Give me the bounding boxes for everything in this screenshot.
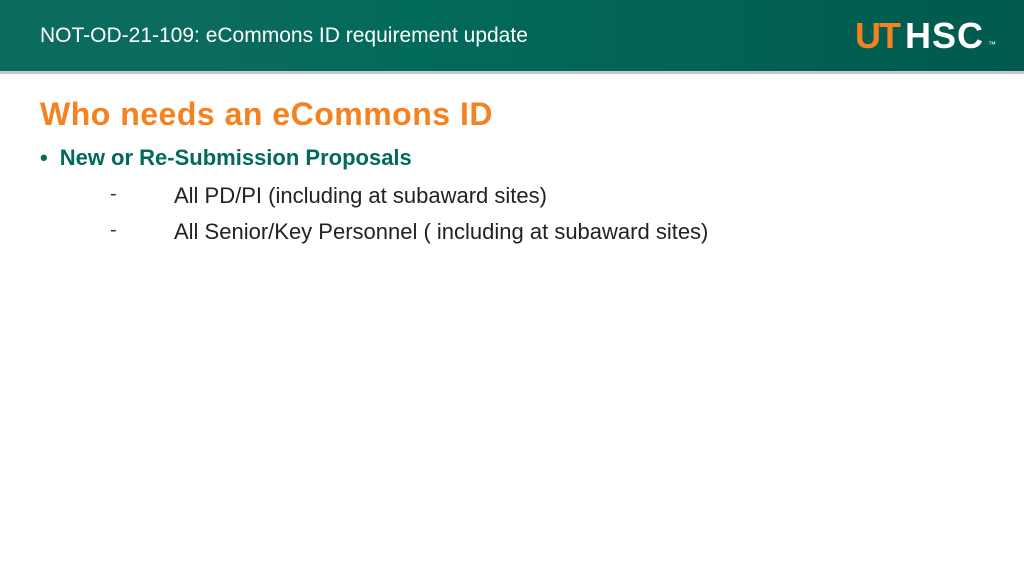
slide-header: NOT-OD-21-109: eCommons ID requirement u…: [0, 0, 1024, 74]
bullet-main-text: New or Re-Submission Proposals: [60, 145, 412, 171]
header-title: NOT-OD-21-109: eCommons ID requirement u…: [40, 24, 528, 48]
logo-ut-text: UT: [855, 15, 899, 57]
uthsc-logo: UT HSC ™: [855, 15, 996, 57]
dash-icon: -: [110, 183, 174, 206]
slide-title: Who needs an eCommons ID: [40, 96, 984, 133]
sub-list: - All PD/PI (including at subaward sites…: [110, 183, 984, 245]
sub-item-text: All Senior/Key Personnel ( including at …: [174, 219, 708, 245]
list-item: - All PD/PI (including at subaward sites…: [110, 183, 984, 209]
logo-trademark: ™: [988, 40, 996, 49]
bullet-dot-icon: •: [40, 145, 48, 171]
dash-icon: -: [110, 219, 174, 242]
list-item: - All Senior/Key Personnel ( including a…: [110, 219, 984, 245]
sub-item-text: All PD/PI (including at subaward sites): [174, 183, 547, 209]
logo-hsc-text: HSC: [905, 15, 984, 57]
bullet-main: • New or Re-Submission Proposals: [40, 145, 984, 171]
slide-content: Who needs an eCommons ID • New or Re-Sub…: [0, 74, 1024, 245]
